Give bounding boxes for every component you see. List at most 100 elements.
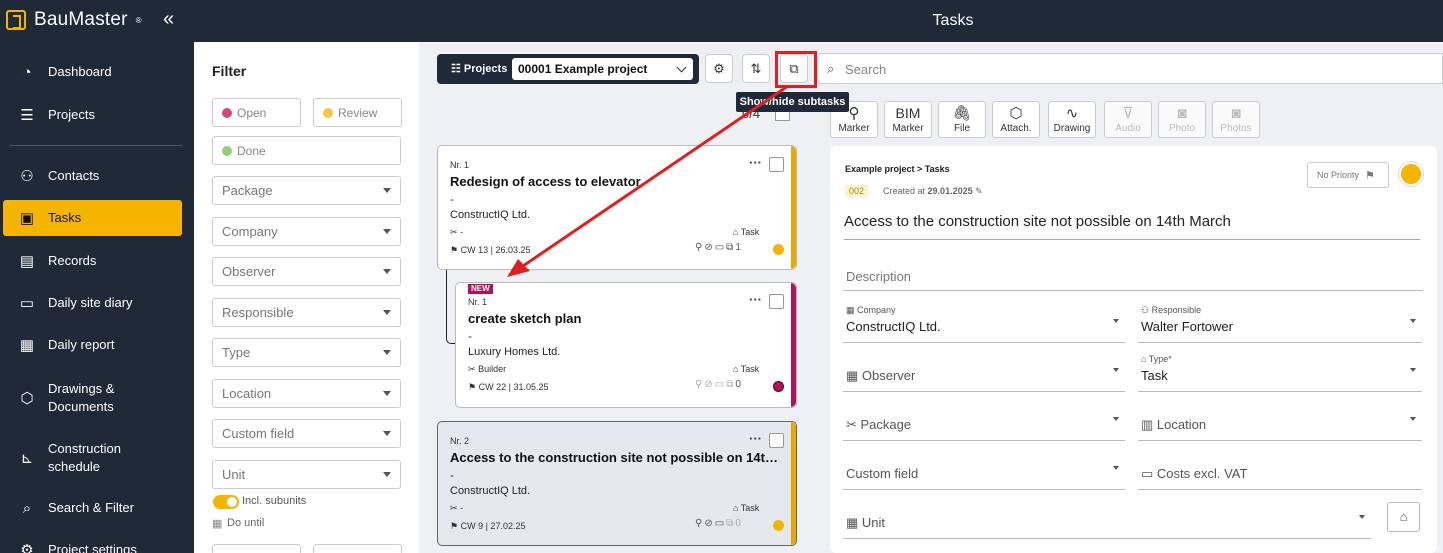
attach-tool-button[interactable]: ⬡ Attach. xyxy=(992,101,1040,138)
sidebar-item-label: Drawings & Documents xyxy=(48,381,115,414)
unit-home-button[interactable]: ⌂ xyxy=(1387,502,1420,532)
unit-field[interactable]: ▦ Unit xyxy=(843,495,1371,539)
comment-icon: ▭ xyxy=(714,518,727,529)
status-bar xyxy=(791,146,796,269)
filter-date-to[interactable] xyxy=(313,544,402,553)
file-tool-button[interactable]: 🖇 File xyxy=(938,101,986,138)
deadline-value: CW 13 | 26.03.25 xyxy=(460,245,531,255)
sort-button[interactable]: ⇅ xyxy=(742,54,770,83)
description-field[interactable]: Description xyxy=(843,250,1423,291)
responsible-field[interactable]: ⚇ Responsible Walter Fortower xyxy=(1138,299,1422,343)
pencil-icon[interactable]: ✎ xyxy=(975,186,983,196)
select-label: Unit xyxy=(222,467,246,482)
filter-date-from[interactable] xyxy=(212,544,301,553)
task-checkbox[interactable] xyxy=(769,433,784,448)
sidebar-item-search-filter[interactable]: ⌕ Search & Filter xyxy=(3,495,182,521)
task-checkbox[interactable] xyxy=(769,294,784,309)
filter-responsible-select[interactable]: Responsible xyxy=(212,298,401,327)
new-badge: NEW xyxy=(468,284,493,294)
task-number: Nr. 1 xyxy=(450,160,470,170)
sidebar-item-construction-schedule[interactable]: ⊾ Construction schedule xyxy=(3,438,182,478)
filter-package-select[interactable]: Package xyxy=(212,176,401,205)
audio-tool-button[interactable]: ⊽ Audio xyxy=(1104,101,1152,138)
projects-label: ☷ Projects xyxy=(451,63,508,75)
chevron-down-icon xyxy=(383,391,391,396)
location-field[interactable]: ▥ Location xyxy=(1138,397,1422,441)
filter-unit-select[interactable]: Unit xyxy=(212,460,401,489)
type-value: Task xyxy=(1141,368,1168,383)
sidebar-item-label: Search & Filter xyxy=(48,500,134,515)
settings-button[interactable]: ⚙ xyxy=(705,54,733,83)
sidebar: ◔ Dashboard ☰ Projects ⚇ Contacts ▣ Task… xyxy=(0,42,194,553)
sidebar-item-daily-report[interactable]: ▦ Daily report xyxy=(3,332,182,358)
more-icon[interactable]: ··· xyxy=(749,155,762,170)
filter-company-select[interactable]: Company xyxy=(212,217,401,246)
task-description: - xyxy=(468,329,472,343)
task-package: ✂ - xyxy=(450,227,463,238)
task-meta-icons: ⚲⊘▭⧉1 xyxy=(695,242,743,253)
type-field[interactable]: ⌂ Type* Task xyxy=(1138,348,1422,392)
calendar-icon: ▦ xyxy=(212,518,223,530)
task-card[interactable]: Nr. 1 ··· Redesign of access to elevator… xyxy=(437,145,797,270)
sidebar-item-dashboard[interactable]: ◔ Dashboard xyxy=(3,59,182,85)
sidebar-item-daily-site-diary[interactable]: ▭ Daily site diary xyxy=(3,290,182,316)
filter-status-review[interactable]: Review xyxy=(313,98,402,127)
sidebar-item-label: Daily report xyxy=(48,337,115,352)
more-icon[interactable]: ··· xyxy=(749,431,762,446)
breadcrumb[interactable]: Example project > Tasks xyxy=(845,164,950,174)
signature-icon: ∿ xyxy=(1065,105,1079,122)
priority-button[interactable]: No Priority ⚑ xyxy=(1307,162,1389,188)
person-icon: ⚇ xyxy=(20,168,34,185)
search-icon: ⌕ xyxy=(22,499,32,517)
deadline-value: CW 9 | 27.02.25 xyxy=(460,521,526,531)
package-icon: ✂ xyxy=(468,364,476,374)
costs-field[interactable]: ▭ Costs excl. VAT xyxy=(1138,446,1422,490)
subtask-card[interactable]: NEW Nr. 1 ··· create sketch plan - Luxur… xyxy=(455,282,797,408)
observer-label-text: Observer xyxy=(861,368,916,383)
package-field[interactable]: ✂ Package xyxy=(843,397,1125,441)
company-field[interactable]: ▦ Company ConstructIQ Ltd. xyxy=(843,299,1125,343)
bim-marker-tool-button[interactable]: BIM Marker xyxy=(884,101,932,138)
chip-label: Review xyxy=(338,105,378,120)
paperclip-icon: ⊘ xyxy=(704,518,715,529)
task-package: ✂ - xyxy=(450,503,463,514)
drawing-tool-button[interactable]: ∿ Drawing xyxy=(1048,101,1096,138)
search-icon: ⌕ xyxy=(827,61,835,76)
custom-field[interactable]: Custom field xyxy=(843,446,1125,490)
sidebar-item-tasks[interactable]: ▣ Tasks xyxy=(3,200,182,236)
project-select[interactable]: 00001 Example project xyxy=(512,58,693,80)
task-company: ConstructIQ Ltd. xyxy=(450,209,531,221)
more-icon[interactable]: ··· xyxy=(749,292,762,307)
do-until-label[interactable]: Do until xyxy=(227,517,264,529)
photos-tool-button[interactable]: ◙ Photos xyxy=(1212,101,1260,138)
filter-status-done[interactable]: Done xyxy=(212,136,401,165)
filter-observer-select[interactable]: Observer xyxy=(212,257,401,286)
sidebar-item-contacts[interactable]: ⚇ Contacts xyxy=(3,163,182,189)
incl-subunits-toggle[interactable] xyxy=(213,495,239,509)
select-label: Package xyxy=(222,183,273,198)
task-deadline: ⚑ CW 13 | 26.03.25 xyxy=(450,245,530,256)
sidebar-item-records[interactable]: ▤ Records xyxy=(3,248,182,274)
sidebar-item-drawings-documents[interactable]: ⬡ Drawings & Documents xyxy=(3,378,182,418)
observer-field[interactable]: ▦ Observer xyxy=(843,348,1125,392)
filter-type-select[interactable]: Type xyxy=(212,338,401,367)
sidebar-item-label: Daily site diary xyxy=(48,295,133,310)
task-checkbox[interactable] xyxy=(769,157,784,172)
task-card-selected[interactable]: Nr. 2 ··· Access to the construction sit… xyxy=(437,421,797,546)
flag-icon: ⚑ xyxy=(1365,169,1375,182)
house-icon: ⌂ xyxy=(1399,509,1408,524)
filter-location-select[interactable]: Location xyxy=(212,379,401,408)
search-input[interactable] xyxy=(845,59,1425,79)
photo-tool-button[interactable]: ◙ Photo xyxy=(1158,101,1206,138)
costs-label: ▭ Costs excl. VAT xyxy=(1141,466,1248,481)
type-label-text: Type* xyxy=(1148,354,1172,364)
select-label: Observer xyxy=(222,264,276,279)
task-title-field[interactable]: Access to the construction site not poss… xyxy=(844,213,1420,240)
location-label: ▥ Location xyxy=(1141,417,1207,432)
subtasks-icon: ⧉ xyxy=(726,379,736,390)
filter-custom-field-select[interactable]: Custom field xyxy=(212,419,401,448)
sidebar-item-project-settings[interactable]: ⚙ Project settings xyxy=(3,537,182,553)
status-circle-icon[interactable] xyxy=(1399,162,1423,186)
sidebar-item-projects[interactable]: ☰ Projects xyxy=(3,102,182,128)
filter-status-open[interactable]: Open xyxy=(212,98,301,127)
